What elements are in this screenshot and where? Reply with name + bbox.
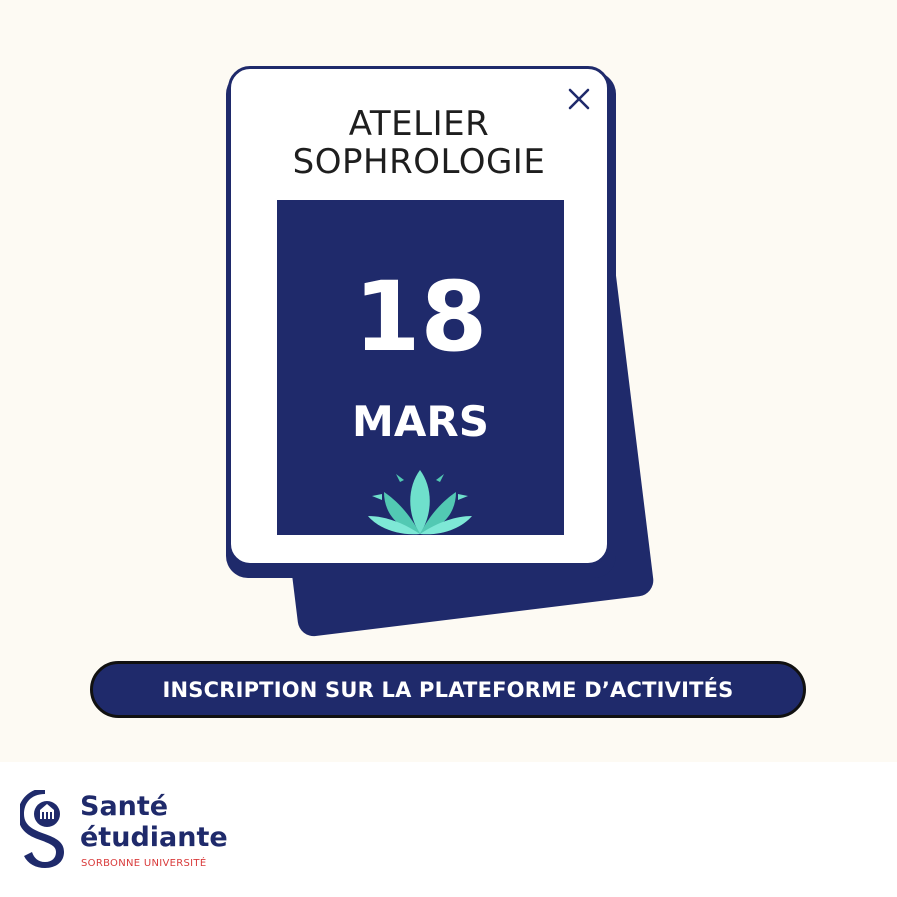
logo-subtitle: SORBONNE UNIVERSITÉ — [81, 858, 207, 869]
lotus-icon — [368, 470, 472, 535]
event-day: 18 — [353, 261, 488, 373]
sante-etudiante-logo-mark — [20, 790, 64, 868]
registration-button[interactable]: INSCRIPTION SUR LA PLATEFORME D’ACTIVITÉ… — [90, 661, 806, 718]
event-title-line-2: SOPHROLOGIE — [292, 142, 546, 182]
event-month: MARS — [352, 397, 489, 446]
logo-word-etudiante: étudiante — [80, 822, 228, 853]
event-title-line-1: ATELIER — [348, 104, 490, 144]
logo-word-sante: Santé — [80, 791, 169, 822]
